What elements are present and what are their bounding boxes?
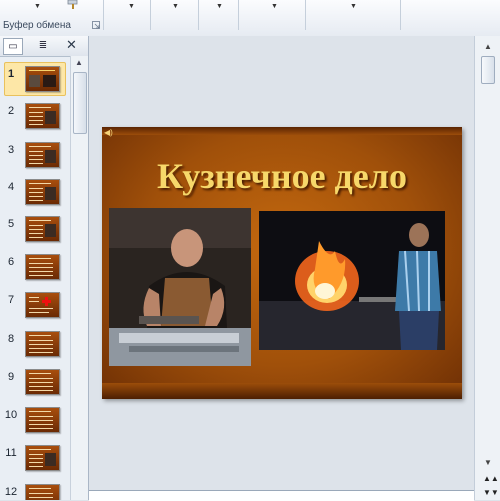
slide-number: 5 — [7, 218, 15, 230]
slide-thumbnail[interactable] — [25, 369, 60, 395]
dropdown-arrow-icon[interactable]: ▼ — [34, 3, 41, 10]
slide-thumbnail-row[interactable]: 7 — [0, 286, 70, 322]
slide-number: 9 — [7, 371, 15, 383]
slide-number: 1 — [7, 68, 15, 80]
slides-pane: ▭ ≣ ✕ 1 2 3 4 5 6 7 8 9 10 11 12 ▲ — [0, 36, 89, 500]
slide-number: 7 — [7, 294, 15, 306]
slide-thumbnail[interactable] — [25, 331, 60, 357]
slide-thumbnail[interactable] — [25, 445, 60, 471]
slide-thumbnail-row[interactable]: 5 — [0, 210, 70, 246]
slide-number: 6 — [7, 256, 15, 268]
slide-thumbnail[interactable] — [25, 216, 60, 242]
scroll-down-icon[interactable]: ▼ — [484, 458, 492, 467]
outline-tab-icon[interactable]: ≣ — [34, 38, 52, 53]
slide-number: 4 — [7, 181, 15, 193]
forge-fire-photo[interactable] — [259, 211, 445, 350]
dialog-launcher-icon[interactable] — [92, 21, 100, 29]
slide-thumbnail-list: 1 2 3 4 5 6 7 8 9 10 11 12 — [0, 56, 70, 500]
slide-thumbnail[interactable] — [25, 66, 60, 92]
slide-title[interactable]: Кузнечное дело — [102, 155, 462, 197]
slide-number: 11 — [5, 447, 17, 459]
slide-thumbnail[interactable] — [25, 254, 60, 280]
slide-thumbnail-row[interactable]: 8 — [0, 325, 70, 361]
slide-thumbnail-row[interactable]: 3 — [0, 136, 70, 172]
ribbon: ▼ ▼ ▼ ▼ ▼ ▼ Буфер обмена — [0, 0, 500, 37]
slide-number: 8 — [7, 333, 15, 345]
pane-tabs: ▭ ≣ ✕ — [0, 36, 88, 57]
slide-number: 10 — [4, 409, 18, 421]
slide-thumbnail-row[interactable]: 11 — [0, 439, 70, 475]
slide-thumbnail-row[interactable]: 6 — [0, 248, 70, 284]
slide-thumbnail[interactable] — [25, 103, 60, 129]
next-slide-icon[interactable]: ▼▼ — [483, 489, 499, 497]
slide-number: 12 — [4, 486, 18, 498]
sound-icon[interactable]: ◀) — [104, 128, 113, 137]
dropdown-arrow-icon[interactable]: ▼ — [216, 3, 223, 10]
clipboard-group-label: Буфер обмена — [3, 20, 71, 31]
scroll-thumb[interactable] — [73, 72, 87, 134]
scroll-up-icon[interactable]: ▲ — [75, 58, 83, 67]
slide-thumbnail-row[interactable]: 1 — [0, 60, 70, 96]
dropdown-arrow-icon[interactable]: ▼ — [172, 3, 179, 10]
slides-tab-icon[interactable]: ▭ — [3, 38, 23, 55]
editor-scrollbar[interactable]: ▲ ▼ ▲▲ ▼▼ — [474, 36, 500, 500]
scroll-thumb[interactable] — [481, 56, 495, 84]
slide-thumbnail-row[interactable]: 4 — [0, 173, 70, 209]
slide-thumbnail[interactable] — [25, 292, 60, 318]
slide-number: 3 — [7, 144, 15, 156]
format-painter-icon[interactable] — [66, 0, 80, 10]
slide-thumbnail[interactable] — [25, 179, 60, 205]
notes-pane[interactable] — [89, 490, 474, 501]
thumbnail-scrollbar[interactable]: ▲ — [70, 56, 88, 500]
slide-number: 2 — [7, 105, 15, 117]
previous-slide-icon[interactable]: ▲▲ — [483, 475, 499, 483]
slide-thumbnail[interactable] — [25, 407, 60, 433]
slide-thumbnail-row[interactable]: 10 — [0, 401, 70, 437]
blacksmith-photo[interactable] — [109, 208, 251, 366]
close-icon[interactable]: ✕ — [66, 37, 77, 53]
dropdown-arrow-icon[interactable]: ▼ — [128, 3, 135, 10]
slide-thumbnail-row[interactable]: 12 — [0, 478, 70, 500]
slide-canvas[interactable]: ◀) Кузнечное дело — [102, 127, 462, 399]
dropdown-arrow-icon[interactable]: ▼ — [350, 3, 357, 10]
dropdown-arrow-icon[interactable]: ▼ — [271, 3, 278, 10]
slide-thumbnail[interactable] — [25, 484, 60, 500]
slide-thumbnail[interactable] — [25, 142, 60, 168]
slide-thumbnail-row[interactable]: 9 — [0, 363, 70, 399]
slide-thumbnail-row[interactable]: 2 — [0, 97, 70, 133]
scroll-up-icon[interactable]: ▲ — [484, 42, 492, 51]
